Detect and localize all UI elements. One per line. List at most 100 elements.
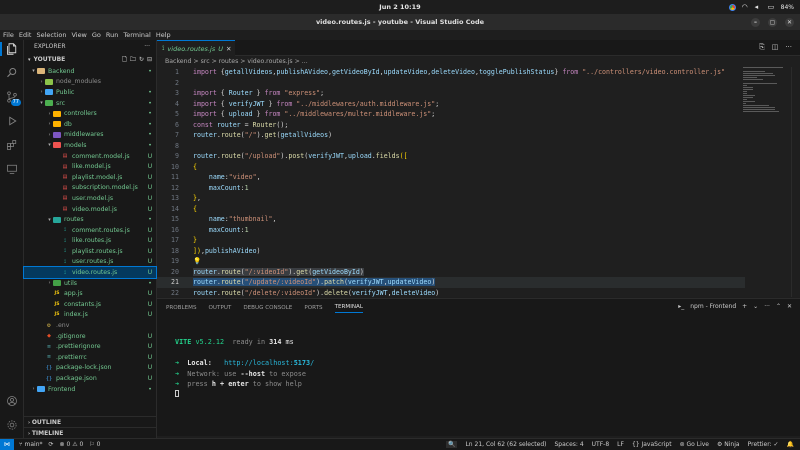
new-folder-icon[interactable]: 🗀 (130, 54, 136, 66)
code-line[interactable]: 6 const router = Router(); (157, 120, 745, 131)
tree-folder[interactable]: ▾ Backend • (24, 66, 156, 77)
code-line[interactable]: 8 (157, 141, 745, 152)
tree-file[interactable]: ▤ playlist.model.js U (24, 172, 156, 183)
tree-file[interactable]: ▤ subscription.model.js U (24, 183, 156, 194)
code-line[interactable]: 16 maxCount:1 (157, 225, 745, 236)
ninja-indicator[interactable]: ⚙ Ninja (717, 441, 740, 448)
tab-video-routes[interactable]: ⟟ video.routes.js U ✕ (157, 40, 235, 56)
tree-folder[interactable]: › middlewares • (24, 130, 156, 141)
code-line[interactable]: 21 router.route("/update/:videoId").patch… (157, 277, 745, 288)
editor-scrollbar[interactable] (791, 67, 798, 297)
settings-gear-icon[interactable] (5, 418, 19, 432)
tree-file[interactable]: JS index.js U (24, 310, 156, 321)
tree-file[interactable]: ⟟ playlist.routes.js U (24, 246, 156, 257)
code-line[interactable]: 17} (157, 235, 745, 246)
tree-folder[interactable]: ▾ routes • (24, 214, 156, 225)
code-line[interactable]: 10 { (157, 162, 745, 173)
zoom-icon[interactable]: 🔍 (445, 441, 458, 448)
code-editor[interactable]: 1 import {getallVideos, publishAVideo, getV… (157, 67, 800, 297)
search-icon[interactable] (5, 66, 19, 80)
tree-file[interactable]: ◆ .gitignore U (24, 331, 156, 342)
tree-file[interactable]: ▤ user.model.js U (24, 193, 156, 204)
menu-go[interactable]: Go (92, 31, 101, 39)
code-line[interactable]: 14 { (157, 204, 745, 215)
tree-folder[interactable]: › node_modules (24, 77, 156, 88)
tree-file[interactable]: ▤ video.model.js U (24, 204, 156, 215)
refresh-icon[interactable]: ↻ (139, 54, 144, 66)
tree-file[interactable]: ⚙ .env (24, 320, 156, 331)
more-actions-icon[interactable]: ··· (764, 303, 770, 310)
code-line[interactable]: 15 name:"thumbnail", (157, 214, 745, 225)
menu-file[interactable]: File (3, 31, 14, 39)
notifications-icon[interactable]: 🔔 (787, 441, 794, 448)
tree-folder[interactable]: ▾ models • (24, 140, 156, 151)
tree-file[interactable]: {} package.json U (24, 373, 156, 384)
tab-output[interactable]: OUTPUT (209, 305, 232, 311)
maximize-icon[interactable]: ▢ (768, 17, 777, 27)
tree-file[interactable]: ⟟ video.routes.js U (23, 266, 157, 279)
close-tab-icon[interactable]: ✕ (226, 45, 231, 53)
end-of-line[interactable]: LF (617, 441, 624, 448)
language-mode[interactable]: {} JavaScript (632, 441, 672, 448)
tab-ports[interactable]: PORTS (304, 305, 322, 311)
sync-icon[interactable]: ⟳ (49, 441, 54, 448)
collapse-all-icon[interactable]: ⊟ (147, 54, 152, 66)
encoding[interactable]: UTF-8 (592, 441, 610, 448)
indentation[interactable]: Spaces: 4 (554, 441, 583, 448)
more-actions-icon[interactable]: ··· (785, 43, 792, 52)
tree-folder[interactable]: › Public • (24, 87, 156, 98)
breadcrumb[interactable]: Backend > src > routes > video.routes.js… (157, 57, 800, 67)
maximize-panel-icon[interactable]: ⌃ (776, 303, 781, 310)
menu-terminal[interactable]: Terminal (123, 31, 150, 39)
tab-problems[interactable]: PROBLEMS (166, 305, 197, 311)
tree-file[interactable]: ⟟ user.routes.js U (24, 257, 156, 268)
tab-debug-console[interactable]: DEBUG CONSOLE (243, 305, 292, 311)
extensions-icon[interactable] (5, 138, 19, 152)
minimize-icon[interactable]: – (751, 17, 760, 27)
tree-file[interactable]: ▤ like.model.js U (24, 161, 156, 172)
split-editor-icon[interactable]: ◫ (772, 43, 779, 52)
prettier-indicator[interactable]: Prettier: ✓ (748, 441, 779, 448)
chrome-icon[interactable] (728, 3, 736, 11)
code-line[interactable]: 7 router.route("/").get(getallVideos) (157, 130, 745, 141)
remote-explorer-icon[interactable] (5, 162, 19, 176)
tree-folder[interactable]: › db • (24, 119, 156, 130)
tree-file[interactable]: ▤ comment.model.js U (24, 151, 156, 162)
run-debug-icon[interactable] (5, 114, 19, 128)
go-live-button[interactable]: ⊚ Go Live (680, 441, 709, 448)
close-icon[interactable]: ✕ (785, 17, 794, 27)
menu-view[interactable]: View (71, 31, 86, 39)
os-clock[interactable]: Jun 2 10:19 (0, 3, 800, 11)
close-panel-icon[interactable]: ✕ (787, 303, 792, 310)
code-line[interactable]: 20 router.route("/:videoId").get(getVideo… (157, 267, 745, 278)
menu-selection[interactable]: Selection (36, 31, 66, 39)
code-line[interactable]: 4 import { verifyJWT } from "../middlewar… (157, 99, 745, 110)
tree-folder[interactable]: ▾ src • (24, 98, 156, 109)
code-line[interactable]: 5 import { upload } from "../middlewares/… (157, 109, 745, 120)
problems-indicator[interactable]: ⊗ 0 ⚠ 0 (60, 441, 84, 448)
tree-file[interactable]: ⟟ comment.routes.js U (24, 225, 156, 236)
new-file-icon[interactable]: 🗋 (122, 54, 127, 66)
tree-file[interactable]: ≡ .prettierrc U (24, 352, 156, 363)
menu-edit[interactable]: Edit (19, 31, 32, 39)
code-line[interactable]: 1 import {getallVideos,publishAVideo,getV… (157, 67, 745, 78)
tree-file[interactable]: {} package-lock.json U (24, 363, 156, 374)
tab-terminal[interactable]: TERMINAL (334, 304, 364, 313)
tree-file[interactable]: ⟟ like.routes.js U (24, 236, 156, 247)
more-actions-icon[interactable]: ··· (144, 40, 150, 54)
cursor-position[interactable]: Ln 21, Col 62 (62 selected) (465, 441, 546, 448)
account-icon[interactable] (5, 394, 19, 408)
tree-file[interactable]: ≡ .prettierignore U (24, 341, 156, 352)
menu-help[interactable]: Help (156, 31, 171, 39)
workspace-root[interactable]: ▾ YOUTUBE 🗋 🗀 ↻ ⊟ (24, 54, 156, 66)
code-line[interactable]: 22 router.route("/delete/:videoId").delet… (157, 288, 745, 298)
terminal-name[interactable]: npm - Frontend (690, 303, 736, 310)
minimap[interactable] (743, 67, 788, 127)
explorer-icon[interactable] (0, 42, 19, 56)
terminal-output[interactable]: VITE v5.2.12 ready in 314 ms ➜ Local: ht… (175, 337, 314, 400)
compare-icon[interactable]: ⎘ (759, 43, 765, 52)
code-line[interactable]: 9 router.route("/upload").post(verifyJWT,… (157, 151, 745, 162)
tree-file[interactable]: JS app.js U (24, 288, 156, 299)
code-line[interactable]: 18]),publishAVideo) (157, 246, 745, 257)
tree-folder[interactable]: › Frontend • (24, 384, 156, 395)
